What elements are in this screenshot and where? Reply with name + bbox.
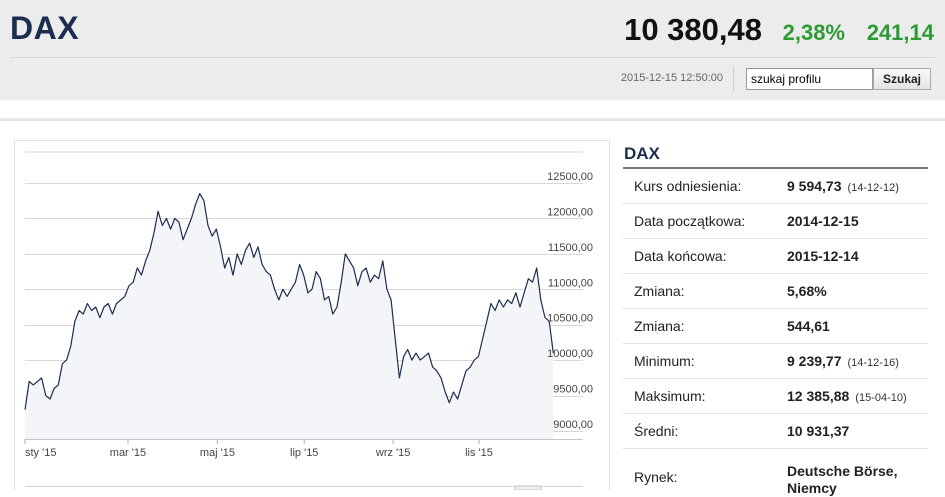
y-tick-label: 12000,00 [547, 206, 593, 218]
info-row: Data początkowa: 2014-12-15 [623, 204, 928, 239]
info-row-value: 544,61 [787, 318, 830, 334]
info-row-label: Zmiana: [634, 318, 685, 334]
info-row-label: Minimum: [634, 353, 695, 369]
info-row-label: Maksimum: [634, 388, 706, 404]
index-price: 10 380,48 [624, 12, 762, 47]
x-tick-label: sty '15 [25, 447, 56, 459]
info-row-value-text: 12 385,88 [787, 388, 850, 404]
y-tick-label: 9500,00 [553, 384, 593, 396]
header-divider [10, 57, 935, 58]
info-row: Średni: 10 931,37 [623, 414, 928, 449]
y-tick-label: 11000,00 [548, 277, 593, 289]
info-row-value-text: Deutsche Börse, Niemcy [787, 463, 898, 496]
quote-timestamp: 2015-12-15 12:50:00 [620, 72, 723, 84]
info-row-value: 2014-12-15 [787, 213, 859, 229]
x-tick-label: lis '15 [465, 447, 493, 459]
x-tick-label: lip '15 [290, 447, 318, 459]
info-row-value: 10 931,37 [787, 423, 849, 439]
info-row-label: Kurs odniesienia: [634, 178, 742, 194]
index-title: DAX [10, 10, 80, 46]
info-row: Kurs odniesienia: 9 594,73 (14-12-12) [623, 169, 928, 204]
info-row-label: Data początkowa: [634, 213, 746, 229]
info-row-value: 12 385,88 (15-04-10) [787, 388, 907, 404]
x-tick-label: maj '15 [200, 447, 235, 459]
y-tick-label: 10000,00 [547, 348, 593, 360]
info-row-label: Zmiana: [634, 283, 685, 299]
info-title: DAX [624, 144, 660, 163]
x-tick-label: wrz '15 [375, 447, 411, 459]
content-top-border [0, 118, 945, 121]
page-header: DAX 10 380,48 2,38% 241,14 2015-12-15 12… [0, 0, 945, 100]
info-row-date: (14-12-16) [847, 357, 899, 369]
search-input[interactable] [746, 68, 873, 90]
search-button[interactable]: Szukaj [873, 68, 931, 90]
navigator-handle [514, 485, 542, 490]
y-tick-label: 9000,00 [553, 419, 593, 431]
info-row-value-text: 9 594,73 [787, 178, 842, 194]
change-percent: 2,38% [782, 20, 845, 45]
series-area [25, 193, 554, 439]
price-chart: 12500,00 12000,00 11500,00 11000,00 10500,00… [24, 151, 593, 490]
info-row-label: Średni: [634, 423, 679, 439]
info-row: Zmiana: 5,68% [623, 274, 928, 309]
info-row-value-text: 5,68% [787, 283, 827, 299]
info-row-label: Rynek: [634, 469, 678, 485]
info-row-label: Data końcowa: [634, 248, 727, 264]
info-row-value-text: 2014-12-15 [787, 213, 859, 229]
info-row: Data końcowa: 2015-12-14 [623, 239, 928, 274]
info-table: Kurs odniesienia: 9 594,73 (14-12-12) Data … [623, 169, 928, 497]
info-row-value-text: 9 239,77 [787, 353, 842, 369]
info-row-value: Deutsche Börse, Niemcy [787, 463, 917, 497]
info-row-value: 2015-12-14 [787, 248, 859, 264]
change-absolute: 241,14 [866, 20, 934, 45]
info-row: Maksimum: 12 385,88 (15-04-10) [623, 379, 928, 414]
y-tick-label: 10500,00 [547, 313, 593, 325]
info-row-value-text: 544,61 [787, 318, 830, 334]
info-row-value: 5,68% [787, 283, 827, 299]
info-row-value-text: 10 931,37 [787, 423, 850, 439]
info-row: Zmiana: 544,61 [623, 309, 928, 344]
y-tick-label: 12500,00 [547, 171, 593, 183]
info-row-value: 9 594,73 (14-12-12) [787, 178, 899, 194]
info-row: Rynek: Deutsche Börse, Niemcy [623, 449, 928, 497]
info-row-date: (14-12-12) [847, 182, 899, 194]
y-tick-label: 11500,00 [548, 242, 593, 254]
chart-panel: 12500,00 12000,00 11500,00 11000,00 10500,00… [14, 140, 610, 490]
x-tick-label: mar '15 [110, 447, 146, 459]
info-panel: DAX Kurs odniesienia: 9 594,73 (14-12-12) D… [623, 140, 928, 497]
info-row-value-text: 2015-12-14 [787, 248, 859, 264]
info-row: Minimum: 9 239,77 (14-12-16) [623, 344, 928, 379]
toolbar-separator [733, 66, 734, 92]
info-row-date: (15-04-10) [855, 392, 907, 404]
info-row-value: 9 239,77 (14-12-16) [787, 353, 899, 369]
